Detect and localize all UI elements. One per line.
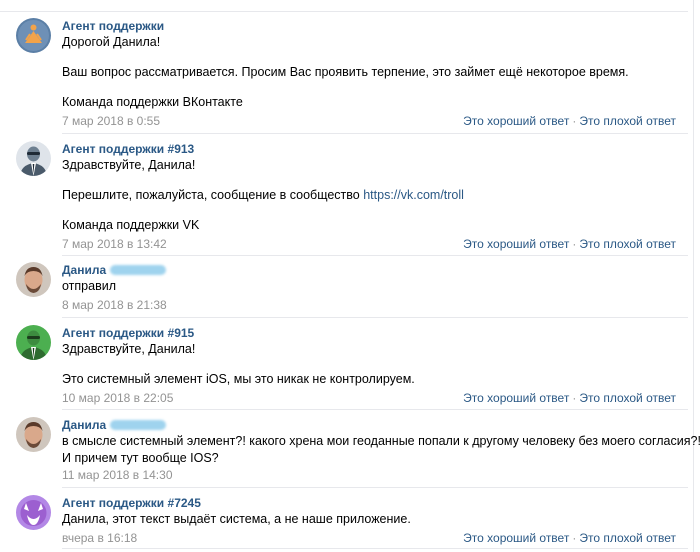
message-text-line: Здравствуйте, Данила! — [62, 342, 196, 356]
message-author[interactable]: Данила — [62, 417, 676, 433]
user-avatar[interactable] — [16, 417, 51, 452]
message-author[interactable]: Агент поддержки #915 — [62, 325, 676, 341]
agent-suit-green-icon — [16, 325, 51, 360]
support-agent-avatar[interactable] — [16, 18, 51, 53]
good-answer-link[interactable]: Это хороший ответ — [463, 531, 569, 545]
author-name[interactable]: Данила — [62, 263, 106, 277]
agent-suit-icon — [16, 141, 51, 176]
message-divider — [62, 255, 688, 256]
agent-character-icon — [16, 495, 51, 530]
message-text-line: отправил — [62, 279, 116, 293]
message-text-line: Данила, этот текст выдаёт система, а не … — [62, 512, 411, 526]
message-divider — [62, 317, 688, 318]
bad-answer-link[interactable]: Это плохой ответ — [579, 237, 676, 251]
message-text-line: Здравствуйте, Данила! — [62, 158, 196, 172]
message-date[interactable]: 8 мар 2018 в 21:38 — [62, 298, 167, 312]
message-text-line: Перешлите, пожалуйста, сообщение в сообщ… — [62, 187, 676, 204]
top-divider — [0, 11, 688, 12]
author-name[interactable]: Данила — [62, 418, 106, 432]
message-text: Перешлите, пожалуйста, сообщение в сообщ… — [62, 188, 360, 202]
agent-meditation-icon — [16, 18, 51, 53]
message-text-line: И причем тут вообще IOS? — [62, 451, 219, 465]
support-agent-avatar[interactable] — [16, 141, 51, 176]
community-link[interactable]: https://vk.com/troll — [363, 188, 464, 202]
bad-answer-link[interactable]: Это плохой ответ — [579, 114, 676, 128]
user-photo-icon — [16, 262, 51, 297]
message-text-line: Дорогой Данила! — [62, 35, 161, 49]
message-date[interactable]: 11 мар 2018 в 14:30 — [62, 468, 173, 482]
redacted-surname — [110, 420, 167, 430]
bad-answer-link[interactable]: Это плохой ответ — [579, 531, 676, 545]
message-divider — [62, 548, 688, 549]
message-text-line: Команда поддержки ВКонтакте — [62, 95, 243, 109]
separator-dot: · — [572, 391, 577, 405]
support-agent-avatar[interactable] — [16, 325, 51, 360]
message-date[interactable]: 7 мар 2018 в 0:55 — [62, 114, 160, 128]
message-text-line: в смысле системный элемент?! какого хрен… — [62, 434, 700, 448]
good-answer-link[interactable]: Это хороший ответ — [463, 237, 569, 251]
message-date[interactable]: вчера в 16:18 — [62, 531, 137, 545]
bad-answer-link[interactable]: Это плохой ответ — [579, 391, 676, 405]
message-text-line: Это системный элемент iOS, мы это никак … — [62, 372, 415, 386]
good-answer-link[interactable]: Это хороший ответ — [463, 391, 569, 405]
user-photo-icon — [16, 417, 51, 452]
separator-dot: · — [572, 531, 577, 545]
message-divider — [62, 409, 688, 410]
separator-dot: · — [572, 114, 577, 128]
right-border — [693, 0, 694, 552]
support-ticket-thread: Агент поддержки Дорогой Данила! Ваш вопр… — [0, 0, 700, 552]
message-author[interactable]: Агент поддержки #913 — [62, 141, 676, 157]
message-text-line: Команда поддержки VK — [62, 218, 200, 232]
user-avatar[interactable] — [16, 262, 51, 297]
redacted-surname — [110, 265, 167, 275]
message-date[interactable]: 7 мар 2018 в 13:42 — [62, 237, 167, 251]
message-author[interactable]: Агент поддержки #7245 — [62, 495, 676, 511]
message-divider — [62, 133, 688, 134]
message-author[interactable]: Данила — [62, 262, 676, 278]
separator-dot: · — [572, 237, 577, 251]
good-answer-link[interactable]: Это хороший ответ — [463, 114, 569, 128]
message-divider — [62, 487, 688, 488]
message-date[interactable]: 10 мар 2018 в 22:05 — [62, 391, 173, 405]
message-text-line: Ваш вопрос рассматривается. Просим Вас п… — [62, 65, 629, 79]
support-agent-avatar[interactable] — [16, 495, 51, 530]
message-author[interactable]: Агент поддержки — [62, 18, 676, 34]
